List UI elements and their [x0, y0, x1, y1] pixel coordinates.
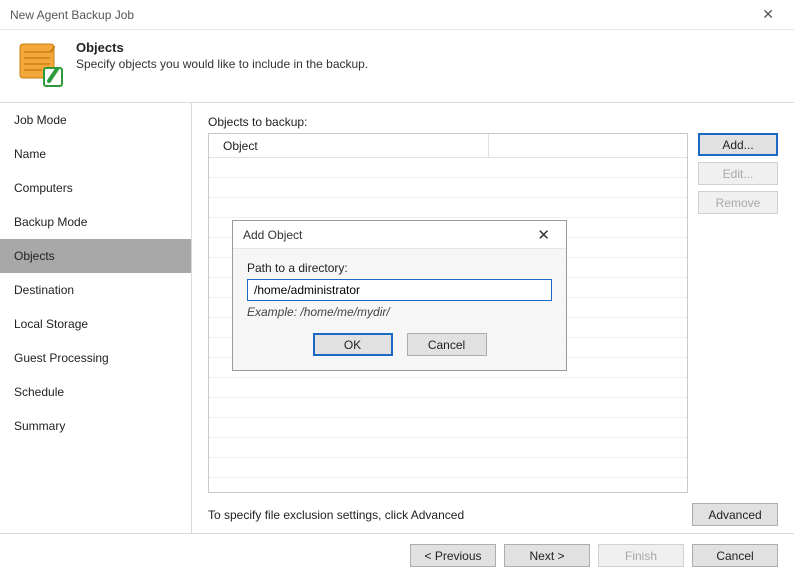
close-icon[interactable]: ✕ — [752, 2, 784, 27]
sidebar-item-local-storage[interactable]: Local Storage — [0, 307, 191, 341]
dialog-cancel-button[interactable]: Cancel — [407, 333, 487, 356]
exclusion-hint: To specify file exclusion settings, clic… — [208, 508, 464, 522]
wizard-sidebar: Job Mode Name Computers Backup Mode Obje… — [0, 103, 192, 533]
table-row[interactable] — [209, 438, 687, 458]
grid-side-buttons: Add... Edit... Remove — [698, 133, 778, 493]
sidebar-item-label: Backup Mode — [14, 215, 87, 229]
sidebar-item-label: Computers — [14, 181, 73, 195]
table-row[interactable] — [209, 198, 687, 218]
page-title: Objects — [76, 40, 368, 55]
wizard-footer: < Previous Next > Finish Cancel — [0, 533, 794, 577]
objects-icon — [16, 40, 64, 88]
table-row[interactable] — [209, 378, 687, 398]
sidebar-item-summary[interactable]: Summary — [0, 409, 191, 443]
sidebar-item-job-mode[interactable]: Job Mode — [0, 103, 191, 137]
table-row[interactable] — [209, 418, 687, 438]
sidebar-item-label: Local Storage — [14, 317, 88, 331]
table-row[interactable] — [209, 178, 687, 198]
edit-button: Edit... — [698, 162, 778, 185]
dialog-title: Add Object — [243, 228, 302, 242]
column-object[interactable]: Object — [217, 134, 489, 157]
dialog-body: Path to a directory: Example: /home/me/m… — [233, 249, 566, 370]
table-row[interactable] — [209, 398, 687, 418]
window-title: New Agent Backup Job — [10, 8, 134, 22]
sidebar-item-backup-mode[interactable]: Backup Mode — [0, 205, 191, 239]
sidebar-item-name[interactable]: Name — [0, 137, 191, 171]
dialog-titlebar: Add Object ✕ — [233, 221, 566, 249]
sidebar-item-label: Destination — [14, 283, 74, 297]
page-header: Objects Specify objects you would like t… — [0, 30, 794, 103]
next-button[interactable]: Next > — [504, 544, 590, 567]
dialog-ok-button[interactable]: OK — [313, 333, 393, 356]
sidebar-item-label: Job Mode — [14, 113, 67, 127]
path-input[interactable] — [247, 279, 552, 301]
sidebar-item-label: Summary — [14, 419, 65, 433]
titlebar: New Agent Backup Job ✕ — [0, 0, 794, 30]
header-text: Objects Specify objects you would like t… — [76, 40, 368, 71]
table-row[interactable] — [209, 458, 687, 478]
sidebar-item-label: Schedule — [14, 385, 64, 399]
sidebar-item-label: Name — [14, 147, 46, 161]
sidebar-item-guest-processing[interactable]: Guest Processing — [0, 341, 191, 375]
objects-to-backup-label: Objects to backup: — [208, 115, 778, 129]
dialog-close-icon[interactable]: ✕ — [531, 224, 556, 246]
table-row[interactable] — [209, 158, 687, 178]
add-object-dialog: Add Object ✕ Path to a directory: Exampl… — [232, 220, 567, 371]
previous-button[interactable]: < Previous — [410, 544, 496, 567]
path-example: Example: /home/me/mydir/ — [247, 305, 552, 319]
path-label: Path to a directory: — [247, 261, 552, 275]
grid-header: Object — [209, 134, 687, 158]
sidebar-item-objects[interactable]: Objects — [0, 239, 191, 273]
cancel-button[interactable]: Cancel — [692, 544, 778, 567]
sidebar-item-label: Guest Processing — [14, 351, 109, 365]
remove-button: Remove — [698, 191, 778, 214]
advanced-button[interactable]: Advanced — [692, 503, 778, 526]
sidebar-item-label: Objects — [14, 249, 55, 263]
dialog-buttons: OK Cancel — [247, 333, 552, 356]
sidebar-item-destination[interactable]: Destination — [0, 273, 191, 307]
sidebar-item-schedule[interactable]: Schedule — [0, 375, 191, 409]
page-subtitle: Specify objects you would like to includ… — [76, 57, 368, 71]
add-button[interactable]: Add... — [698, 133, 778, 156]
sidebar-item-computers[interactable]: Computers — [0, 171, 191, 205]
hint-row: To specify file exclusion settings, clic… — [208, 503, 778, 526]
finish-button: Finish — [598, 544, 684, 567]
